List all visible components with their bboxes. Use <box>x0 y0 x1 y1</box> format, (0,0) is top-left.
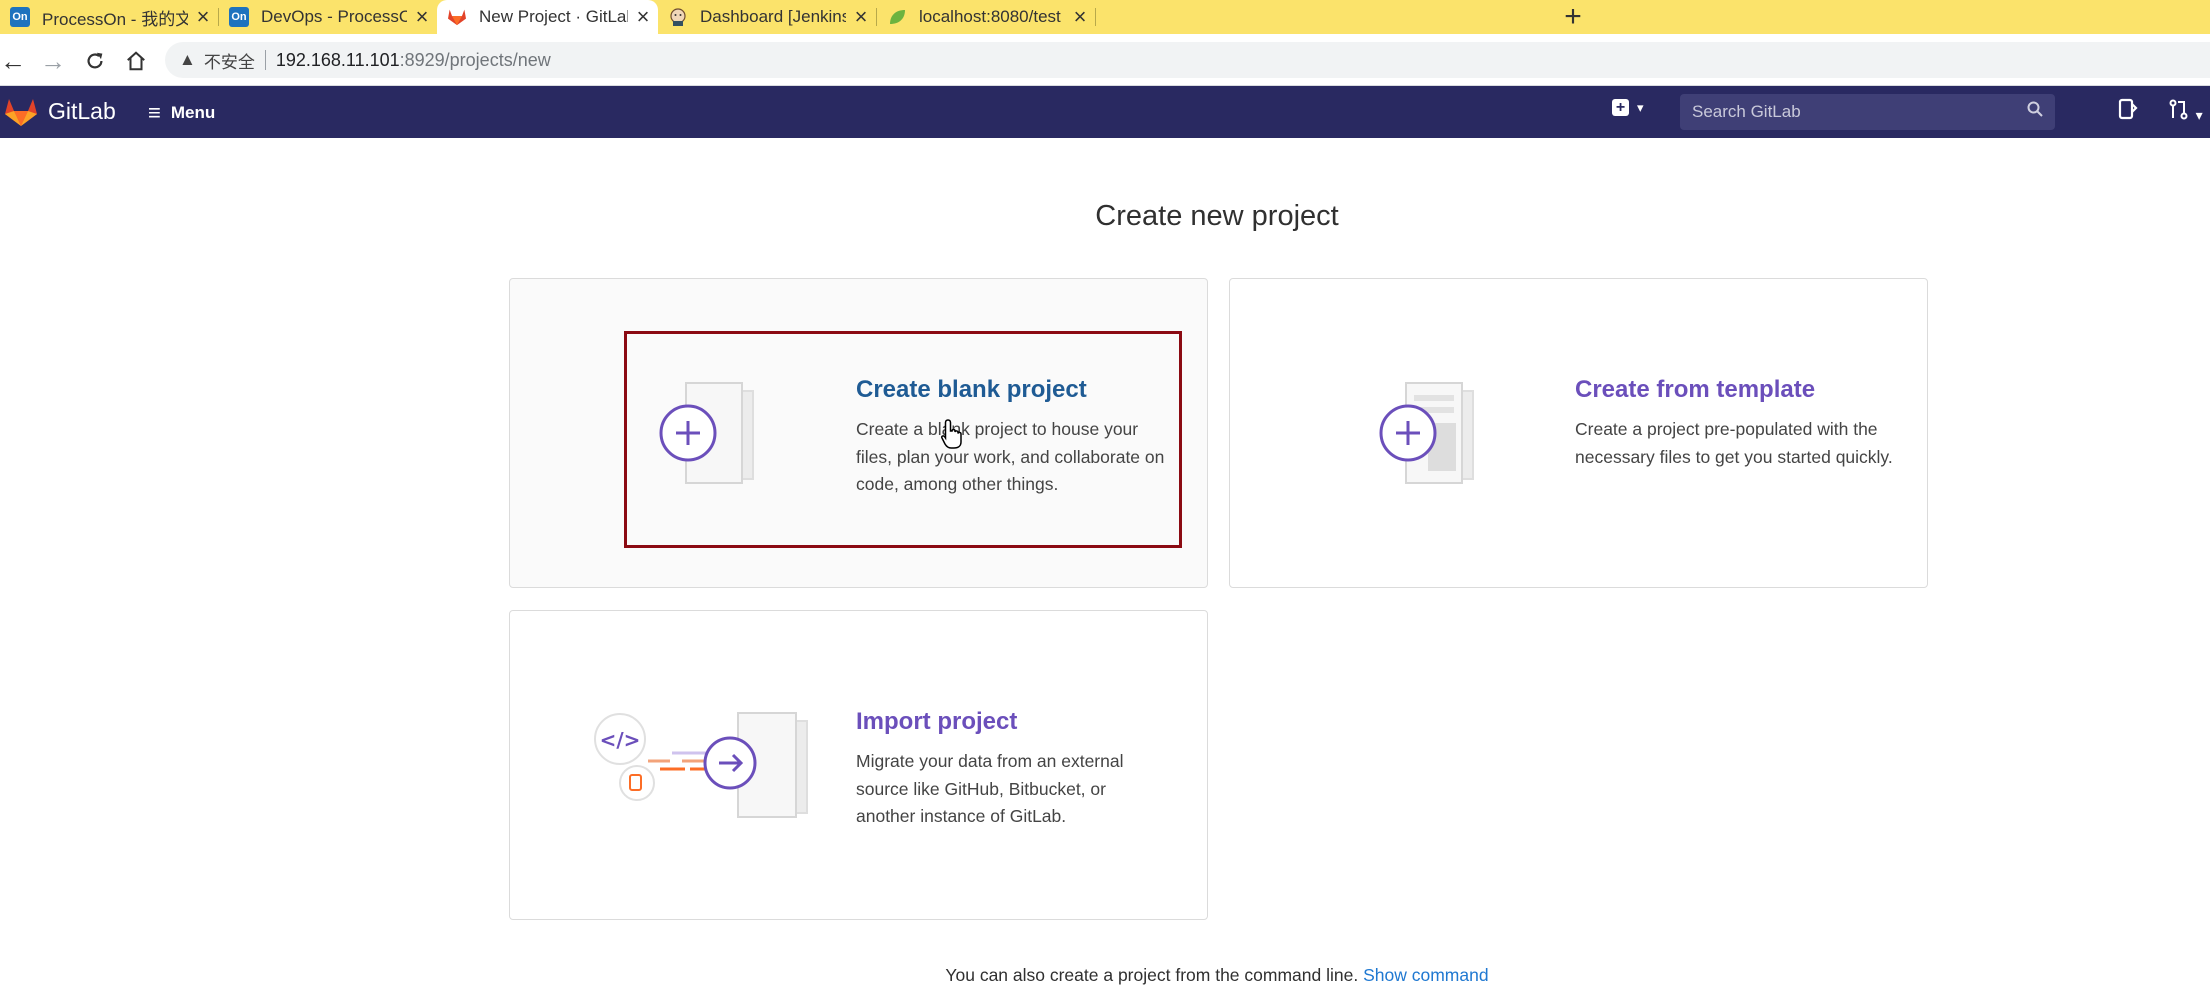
show-command-link[interactable]: Show command <box>1363 965 1488 985</box>
forward-icon[interactable]: → <box>36 44 70 78</box>
close-tab-icon[interactable]: × <box>1065 4 1095 30</box>
hamburger-icon: ≡ <box>148 100 161 125</box>
tab-title: DevOps - ProcessOn <box>261 7 407 26</box>
command-line-hint: You can also create a project from the c… <box>0 965 2210 986</box>
chevron-down-icon: ▾ <box>1637 99 1644 115</box>
svg-text:</>: </> <box>600 728 641 752</box>
browser-tab-jenkins[interactable]: Dashboard [Jenkins] × <box>658 0 876 34</box>
browser-tab-gitlab-new-project[interactable]: New Project · GitLab × <box>437 0 658 34</box>
browser-tab-processon-files[interactable]: On ProcessOn - 我的文件 × <box>0 0 218 34</box>
merge-requests-icon[interactable]: ▾ <box>2168 98 2203 126</box>
url-host: 192.168.11.101 <box>275 49 400 70</box>
gitlab-brand-name[interactable]: GitLab <box>48 98 116 125</box>
card-title[interactable]: Create blank project <box>856 376 1087 404</box>
import-project-card[interactable]: </> Import project Migrate your data fro… <box>509 610 1208 920</box>
tab-title: Dashboard [Jenkins] <box>700 7 846 26</box>
plus-square-icon: + <box>1612 99 1629 116</box>
page-title: Create new project <box>1095 200 1339 232</box>
browser-tab-strip: On ProcessOn - 我的文件 × On DevOps - Proces… <box>0 0 2210 34</box>
jenkins-icon <box>668 7 688 27</box>
card-title[interactable]: Import project <box>856 708 1017 736</box>
home-icon[interactable] <box>119 44 153 78</box>
browser-tab-localhost-test[interactable]: localhost:8080/test × <box>877 0 1095 34</box>
browser-toolbar: ← → ▲ 不安全 192.168.11.101 :8929/projects/… <box>0 34 2210 86</box>
new-item-dropdown[interactable]: + ▾ <box>1612 99 1644 116</box>
search-input[interactable]: Search GitLab <box>1680 94 2055 130</box>
gitlab-top-navbar: GitLab ≡ Menu + ▾ Search GitLab ▾ <box>0 86 2210 138</box>
tab-title: ProcessOn - 我的文件 <box>42 9 188 29</box>
menu-label: Menu <box>170 103 216 122</box>
create-blank-project-card[interactable]: Create blank project Create a blank proj… <box>509 278 1208 588</box>
new-tab-button[interactable]: + <box>1553 0 1593 34</box>
tab-title: New Project · GitLab <box>479 7 628 26</box>
search-placeholder: Search GitLab <box>1692 102 1801 121</box>
gitlab-icon <box>447 7 467 27</box>
browser-tab-processon-devops[interactable]: On DevOps - ProcessOn × <box>219 0 437 34</box>
command-line-text: You can also create a project from the c… <box>945 965 1359 985</box>
import-project-illustration-icon: </> <box>594 712 808 818</box>
url-path: :8929/projects/new <box>399 49 551 70</box>
tab-separator <box>1095 8 1096 26</box>
processon-icon: On <box>229 7 249 27</box>
close-tab-icon[interactable]: × <box>628 4 658 30</box>
card-description: Migrate your data from an external sourc… <box>856 751 1124 826</box>
tab-title: localhost:8080/test <box>919 7 1061 26</box>
gitlab-logo-icon[interactable] <box>4 97 38 127</box>
divider <box>264 50 266 70</box>
processon-icon: On <box>10 7 30 27</box>
close-tab-icon[interactable]: × <box>846 4 876 30</box>
back-icon[interactable]: ← <box>0 44 30 78</box>
create-from-template-card[interactable]: Create from template Create a project pr… <box>1229 278 1928 588</box>
blank-project-illustration-icon <box>659 382 754 484</box>
spring-leaf-icon <box>887 7 907 27</box>
hand-pointer-icon <box>941 419 962 449</box>
close-tab-icon[interactable]: × <box>188 4 218 30</box>
card-description: Create a project pre-populated with the … <box>1575 419 1893 467</box>
warning-icon[interactable]: ▲ <box>179 50 196 70</box>
search-icon <box>2027 101 2043 122</box>
close-tab-icon[interactable]: × <box>407 4 437 30</box>
card-title[interactable]: Create from template <box>1575 376 1815 404</box>
address-bar[interactable]: ▲ 不安全 192.168.11.101 :8929/projects/new <box>165 42 2210 78</box>
reload-icon[interactable] <box>78 44 112 78</box>
template-project-illustration-icon <box>1379 382 1474 484</box>
card-description: Create a blank project to house your fil… <box>856 419 1165 494</box>
security-label[interactable]: 不安全 <box>204 48 255 73</box>
issues-icon[interactable] <box>2118 98 2138 126</box>
chevron-down-icon: ▾ <box>2195 107 2203 123</box>
menu-button[interactable]: ≡ Menu <box>148 100 215 126</box>
